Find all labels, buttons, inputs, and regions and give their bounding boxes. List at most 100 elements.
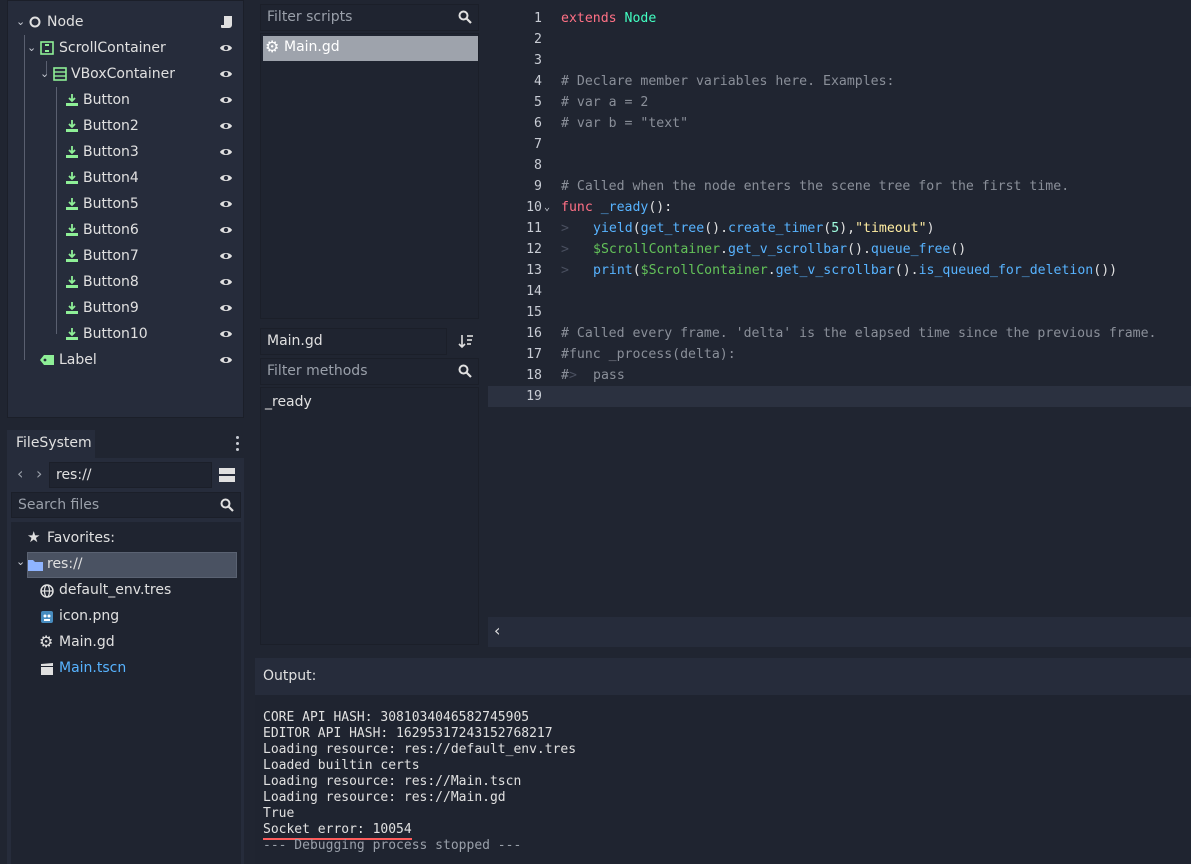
search-files-input[interactable]: Search files [11, 492, 241, 518]
tree-item-button2[interactable]: Button2 [8, 113, 243, 139]
script-icon[interactable] [220, 15, 234, 29]
script-item-label: Main.gd [284, 39, 340, 55]
tree-item-button6[interactable]: Button6 [8, 217, 243, 243]
search-icon [458, 10, 472, 24]
log-line: True [263, 806, 295, 821]
visibility-eye-icon[interactable] [219, 275, 233, 289]
tree-item-button10[interactable]: Button10 [8, 321, 243, 347]
scrollcontainer-icon [40, 41, 54, 55]
visibility-eye-icon[interactable] [219, 41, 233, 55]
back-arrow-icon[interactable]: ‹ [17, 464, 23, 483]
code-editor[interactable]: 1 extends Node 2 3 4 # Declare member vari… [488, 4, 1191, 617]
file-row[interactable]: Main.tscn [11, 656, 241, 682]
method-item-ready[interactable]: _ready [265, 394, 312, 410]
tree-item-label: Button5 [83, 196, 139, 212]
code-line-4: 4 # Declare member variables here. Exampl… [534, 74, 895, 89]
scripts-list: ⚙ Main.gd [260, 33, 479, 319]
tree-item-button9[interactable]: Button9 [8, 295, 243, 321]
split-view-icon[interactable] [217, 464, 237, 486]
visibility-eye-icon[interactable] [219, 145, 233, 159]
file-row[interactable]: ⚙ Main.gd [11, 630, 241, 656]
tree-item-vboxcontainer[interactable]: ⌄ VBoxContainer [8, 61, 243, 87]
tree-item-scrollcontainer[interactable]: ⌄ ScrollContainer [8, 35, 243, 61]
fold-chevron-icon[interactable]: ⌄ [544, 197, 550, 218]
button-node-icon [66, 328, 78, 340]
globe-icon [40, 584, 54, 598]
visibility-eye-icon[interactable] [219, 93, 233, 107]
file-label: Main.gd [59, 634, 115, 650]
visibility-eye-icon[interactable] [219, 197, 233, 211]
tree-item-label-node[interactable]: Label [8, 347, 243, 373]
log-line: CORE API HASH: 3081034046582745905 [263, 710, 530, 725]
visibility-eye-icon[interactable] [219, 119, 233, 133]
sort-icon[interactable] [458, 333, 474, 349]
folder-label: res:// [47, 556, 83, 572]
favorites-row[interactable]: ★ Favorites: [11, 526, 241, 552]
code-line-16: 16 # Called every frame. 'delta' is the e… [526, 326, 1157, 341]
filter-methods-input[interactable]: Filter methods [260, 358, 479, 385]
favorites-label: Favorites: [47, 530, 115, 546]
tree-item-button[interactable]: Button [8, 87, 243, 113]
chevron-down-icon[interactable]: ⌄ [16, 555, 25, 568]
file-tree: ★ Favorites: res:// ⌄ default_env.tres i… [11, 522, 241, 864]
log-line: Loading resource: res://default_env.tres [263, 742, 577, 757]
label-node-icon [40, 355, 54, 365]
visibility-eye-icon[interactable] [219, 353, 233, 367]
tree-item-button5[interactable]: Button5 [8, 191, 243, 217]
visibility-eye-icon[interactable] [219, 171, 233, 185]
chevron-down-icon[interactable]: ⌄ [27, 35, 36, 61]
clapper-icon [41, 663, 53, 675]
tree-item-button7[interactable]: Button7 [8, 243, 243, 269]
code-line-3: 3 [534, 53, 542, 68]
button-node-icon [66, 302, 78, 314]
visibility-eye-icon[interactable] [219, 67, 233, 81]
folder-icon [28, 560, 43, 571]
visibility-eye-icon[interactable] [219, 301, 233, 315]
tab-indent-icon: > [561, 263, 569, 278]
visibility-eye-icon[interactable] [219, 223, 233, 237]
code-line-9: 9 # Called when the node enters the scene… [534, 179, 1070, 194]
toggle-panel-arrow-icon[interactable]: ‹ [494, 621, 500, 640]
code-line-7: 7 [534, 137, 542, 152]
tab-indent-icon: > [561, 221, 569, 236]
visibility-eye-icon[interactable] [219, 327, 233, 341]
tree-item-button8[interactable]: Button8 [8, 269, 243, 295]
file-label: Main.tscn [59, 660, 127, 676]
code-line-15: 15 [526, 305, 542, 320]
filter-scripts-input[interactable]: Filter scripts [260, 4, 479, 31]
visibility-eye-icon[interactable] [219, 249, 233, 263]
chevron-down-icon[interactable]: ⌄ [16, 9, 25, 35]
chevron-down-icon[interactable]: ⌄ [40, 61, 49, 87]
search-icon [458, 364, 472, 378]
tree-item-label: VBoxContainer [71, 66, 176, 82]
code-line-10: 10 ⌄ func _ready(): [488, 197, 1191, 218]
scene-tree-panel: ⌄ Node ⌄ ScrollContainer ⌄ VBoxContainer… [7, 0, 244, 418]
tab-indent-icon: > [561, 242, 569, 257]
tree-item-node[interactable]: ⌄ Node [8, 9, 243, 35]
file-row[interactable]: icon.png [11, 604, 241, 630]
tree-item-label: Button7 [83, 248, 139, 264]
file-row[interactable]: default_env.tres [11, 578, 241, 604]
log-line: EDITOR API HASH: 1629531724315276821​7 [263, 726, 553, 741]
button-node-icon [66, 276, 78, 288]
script-item-main-gd[interactable]: ⚙ Main.gd [263, 36, 478, 61]
output-log[interactable]: CORE API HASH: 3081034046582745905 EDITO… [255, 695, 1191, 864]
tree-item-label: Button6 [83, 222, 139, 238]
forward-arrow-icon[interactable]: › [36, 464, 42, 483]
code-line-12: 12 > $ScrollContainer.get_v_scrollbar().qu… [488, 239, 1191, 260]
tree-item-button4[interactable]: Button4 [8, 165, 243, 191]
tab-filesystem[interactable]: FileSystem [7, 430, 95, 458]
button-node-icon [66, 198, 78, 210]
path-field[interactable]: res:// [49, 462, 212, 488]
tree-item-label: ScrollContainer [59, 40, 166, 56]
tree-item-button3[interactable]: Button3 [8, 139, 243, 165]
dock-menu-icon[interactable] [234, 434, 240, 454]
folder-row-res[interactable]: res:// [27, 552, 237, 578]
current-script-name: Main.gd [260, 328, 447, 355]
tree-item-label: Label [59, 352, 97, 368]
log-line: Loading resource: res://Main.gd [263, 790, 506, 805]
tab-indent-icon: > [569, 368, 577, 383]
file-label: icon.png [59, 608, 120, 624]
star-icon: ★ [27, 528, 41, 546]
code-line-1: 1 extends Node [534, 11, 657, 26]
